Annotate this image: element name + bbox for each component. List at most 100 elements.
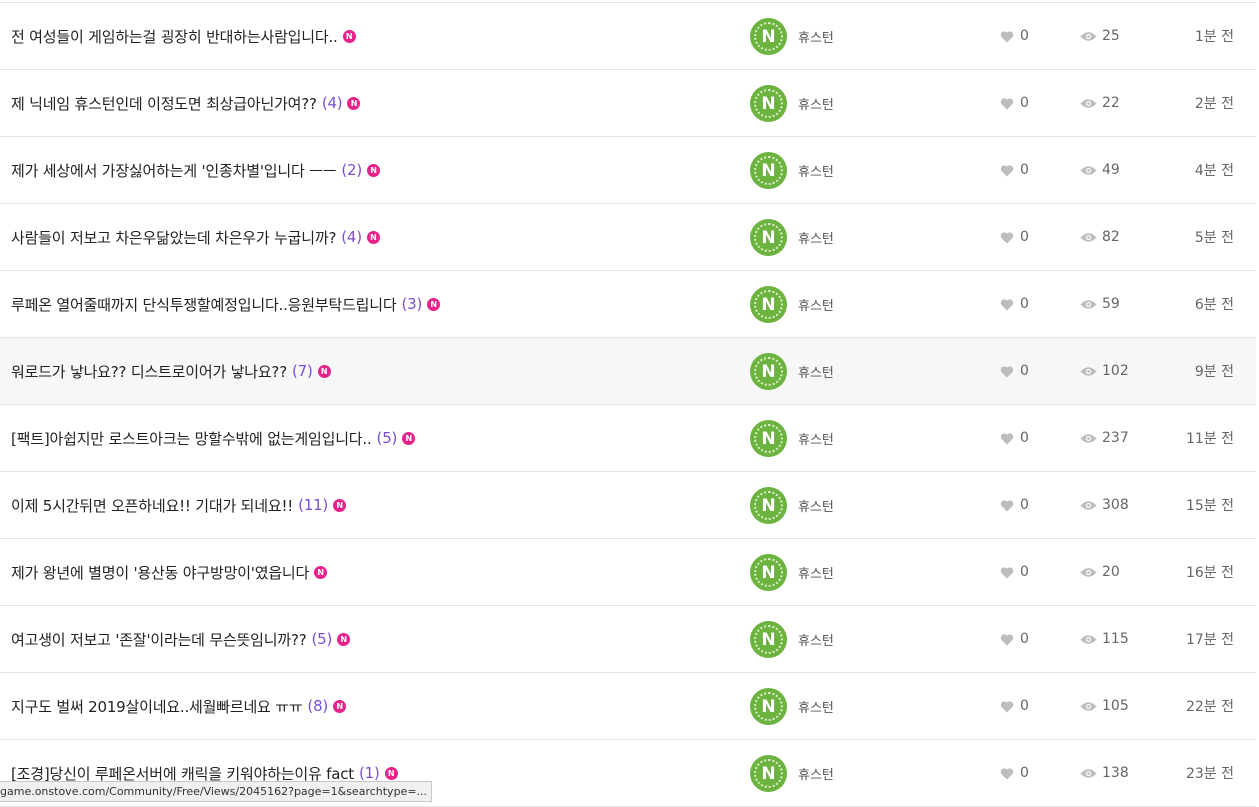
author-name[interactable]: 휴스턴 <box>798 606 834 672</box>
author-name[interactable]: 휴스턴 <box>798 405 834 471</box>
new-badge-icon: N <box>317 364 331 378</box>
views-count: 22 <box>1102 95 1120 111</box>
author-avatar[interactable]: N <box>750 152 787 189</box>
post-title-link[interactable]: 제가 세상에서 가장싫어하는게 '인종차별'입니다 ㅡㅡ <box>11 160 337 181</box>
post-title-link[interactable]: 지구도 벌써 2019살이네요..세월빠르네요 ㅠㅠ <box>11 696 303 717</box>
heart-icon <box>1000 499 1014 511</box>
post-title-wrap: 제 닉네임 휴스턴인데 이정도면 최상급아닌가여?? (4) N <box>11 70 361 136</box>
views-count: 25 <box>1102 28 1120 44</box>
views-stat: 102 <box>1080 338 1129 404</box>
author-avatar[interactable]: N <box>750 487 787 524</box>
likes-count: 0 <box>1020 28 1029 44</box>
avatar-letter: N <box>754 89 783 118</box>
new-badge-icon: N <box>366 230 380 244</box>
post-title-link[interactable]: 워로드가 낳나요?? 디스트로이어가 낳나요?? <box>11 361 287 382</box>
post-time: 17분 전 <box>1185 632 1234 648</box>
post-title-link[interactable]: [팩트]아쉽지만 로스트아크는 망할수밖에 없는게임입니다.. <box>11 428 372 449</box>
views-count: 105 <box>1102 698 1129 714</box>
likes-count: 0 <box>1020 765 1029 781</box>
new-badge-icon: N <box>342 29 356 43</box>
views-stat: 105 <box>1080 673 1129 739</box>
author-name[interactable]: 휴스턴 <box>798 673 834 739</box>
author-name[interactable]: 휴스턴 <box>798 338 834 404</box>
views-stat: 237 <box>1080 405 1129 471</box>
author-name[interactable]: 휴스턴 <box>798 472 834 538</box>
avatar-letter: N <box>754 424 783 453</box>
eye-icon <box>1080 433 1097 443</box>
avatar-letter: N <box>754 491 783 520</box>
heart-icon <box>1000 164 1014 176</box>
author-avatar[interactable]: N <box>750 755 787 792</box>
likes-count: 0 <box>1020 363 1029 379</box>
views-stat: 49 <box>1080 137 1120 203</box>
new-badge-icon: N <box>333 498 347 512</box>
author-name[interactable]: 휴스턴 <box>798 204 834 270</box>
post-row[interactable]: 제가 왕년에 별명이 '용산동 야구방망이'였읍니다 N N 휴스턴 0 20 … <box>0 539 1256 606</box>
likes-stat: 0 <box>1000 204 1029 270</box>
author-avatar[interactable]: N <box>750 420 787 457</box>
likes-stat: 0 <box>1000 606 1029 672</box>
post-time: 1분 전 <box>1194 29 1234 45</box>
eye-icon <box>1080 500 1097 510</box>
author-avatar[interactable]: N <box>750 219 787 256</box>
author-avatar[interactable]: N <box>750 621 787 658</box>
post-row[interactable]: [팩트]아쉽지만 로스트아크는 망할수밖에 없는게임입니다.. (5) N N … <box>0 405 1256 472</box>
views-count: 138 <box>1102 765 1129 781</box>
comment-count: (5) <box>311 630 333 648</box>
post-row[interactable]: 여고생이 저보고 '존잘'이라는데 무슨뜻임니까?? (5) N N 휴스턴 0… <box>0 606 1256 673</box>
post-time: 4분 전 <box>1194 163 1234 179</box>
author-name[interactable]: 휴스턴 <box>798 740 834 806</box>
author-name[interactable]: 휴스턴 <box>798 137 834 203</box>
new-badge-icon: N <box>384 766 398 780</box>
views-count: 237 <box>1102 430 1129 446</box>
heart-icon <box>1000 298 1014 310</box>
likes-stat: 0 <box>1000 740 1029 806</box>
post-title-link[interactable]: 여고생이 저보고 '존잘'이라는데 무슨뜻임니까?? <box>11 629 307 650</box>
views-count: 308 <box>1102 497 1129 513</box>
post-row-hovered[interactable]: 워로드가 낳나요?? 디스트로이어가 낳나요?? (7) N N 휴스턴 0 1… <box>0 338 1256 405</box>
post-title-link[interactable]: 전 여성들이 게임하는걸 굉장히 반대하는사람입니다.. <box>11 26 338 47</box>
post-row[interactable]: 전 여성들이 게임하는걸 굉장히 반대하는사람입니다.. N N 휴스턴 0 2… <box>0 3 1256 70</box>
post-row[interactable]: 사람들이 저보고 차은우닮았는데 차은우가 누굽니까? (4) N N 휴스턴 … <box>0 204 1256 271</box>
heart-icon <box>1000 365 1014 377</box>
likes-stat: 0 <box>1000 472 1029 538</box>
author-avatar[interactable]: N <box>750 353 787 390</box>
new-badge-icon: N <box>347 96 361 110</box>
comment-count: (11) <box>298 496 329 514</box>
author-name[interactable]: 휴스턴 <box>798 70 834 136</box>
post-title-link[interactable]: 제 닉네임 휴스턴인데 이정도면 최상급아닌가여?? <box>11 93 317 114</box>
post-title-link[interactable]: 사람들이 저보고 차은우닮았는데 차은우가 누굽니까? <box>11 227 336 248</box>
author-avatar[interactable]: N <box>750 18 787 55</box>
post-time: 23분 전 <box>1185 766 1234 782</box>
post-row[interactable]: 지구도 벌써 2019살이네요..세월빠르네요 ㅠㅠ (8) N N 휴스턴 0… <box>0 673 1256 740</box>
author-avatar[interactable]: N <box>750 286 787 323</box>
heart-icon <box>1000 97 1014 109</box>
likes-stat: 0 <box>1000 673 1029 739</box>
avatar-letter: N <box>754 357 783 386</box>
post-title-link[interactable]: 이제 5시간뒤면 오픈하네요!! 기대가 되네요!! <box>11 495 293 516</box>
likes-count: 0 <box>1020 229 1029 245</box>
post-title-link[interactable]: 제가 왕년에 별명이 '용산동 야구방망이'였읍니다 <box>11 562 309 583</box>
author-name[interactable]: 휴스턴 <box>798 539 834 605</box>
eye-icon <box>1080 98 1097 108</box>
post-row[interactable]: 이제 5시간뒤면 오픈하네요!! 기대가 되네요!! (11) N N 휴스턴 … <box>0 472 1256 539</box>
views-stat: 25 <box>1080 3 1120 69</box>
post-row[interactable]: 루페온 열어줄때까지 단식투쟁할예정입니다..응원부탁드립니다 (3) N N … <box>0 271 1256 338</box>
avatar-letter: N <box>754 223 783 252</box>
post-row[interactable]: 제 닉네임 휴스턴인데 이정도면 최상급아닌가여?? (4) N N 휴스턴 0… <box>0 70 1256 137</box>
post-time: 5분 전 <box>1194 230 1234 246</box>
post-title-link[interactable]: 루페온 열어줄때까지 단식투쟁할예정입니다..응원부탁드립니다 <box>11 294 397 315</box>
eye-icon <box>1080 634 1097 644</box>
author-name[interactable]: 휴스턴 <box>798 3 834 69</box>
author-avatar[interactable]: N <box>750 688 787 725</box>
comment-count: (3) <box>401 295 423 313</box>
post-row[interactable]: 제가 세상에서 가장싫어하는게 '인종차별'입니다 ㅡㅡ (2) N N 휴스턴… <box>0 137 1256 204</box>
author-avatar[interactable]: N <box>750 554 787 591</box>
eye-icon <box>1080 31 1097 41</box>
post-time: 16분 전 <box>1185 565 1234 581</box>
likes-stat: 0 <box>1000 338 1029 404</box>
author-avatar[interactable]: N <box>750 85 787 122</box>
likes-count: 0 <box>1020 296 1029 312</box>
author-name[interactable]: 휴스턴 <box>798 271 834 337</box>
views-count: 20 <box>1102 564 1120 580</box>
